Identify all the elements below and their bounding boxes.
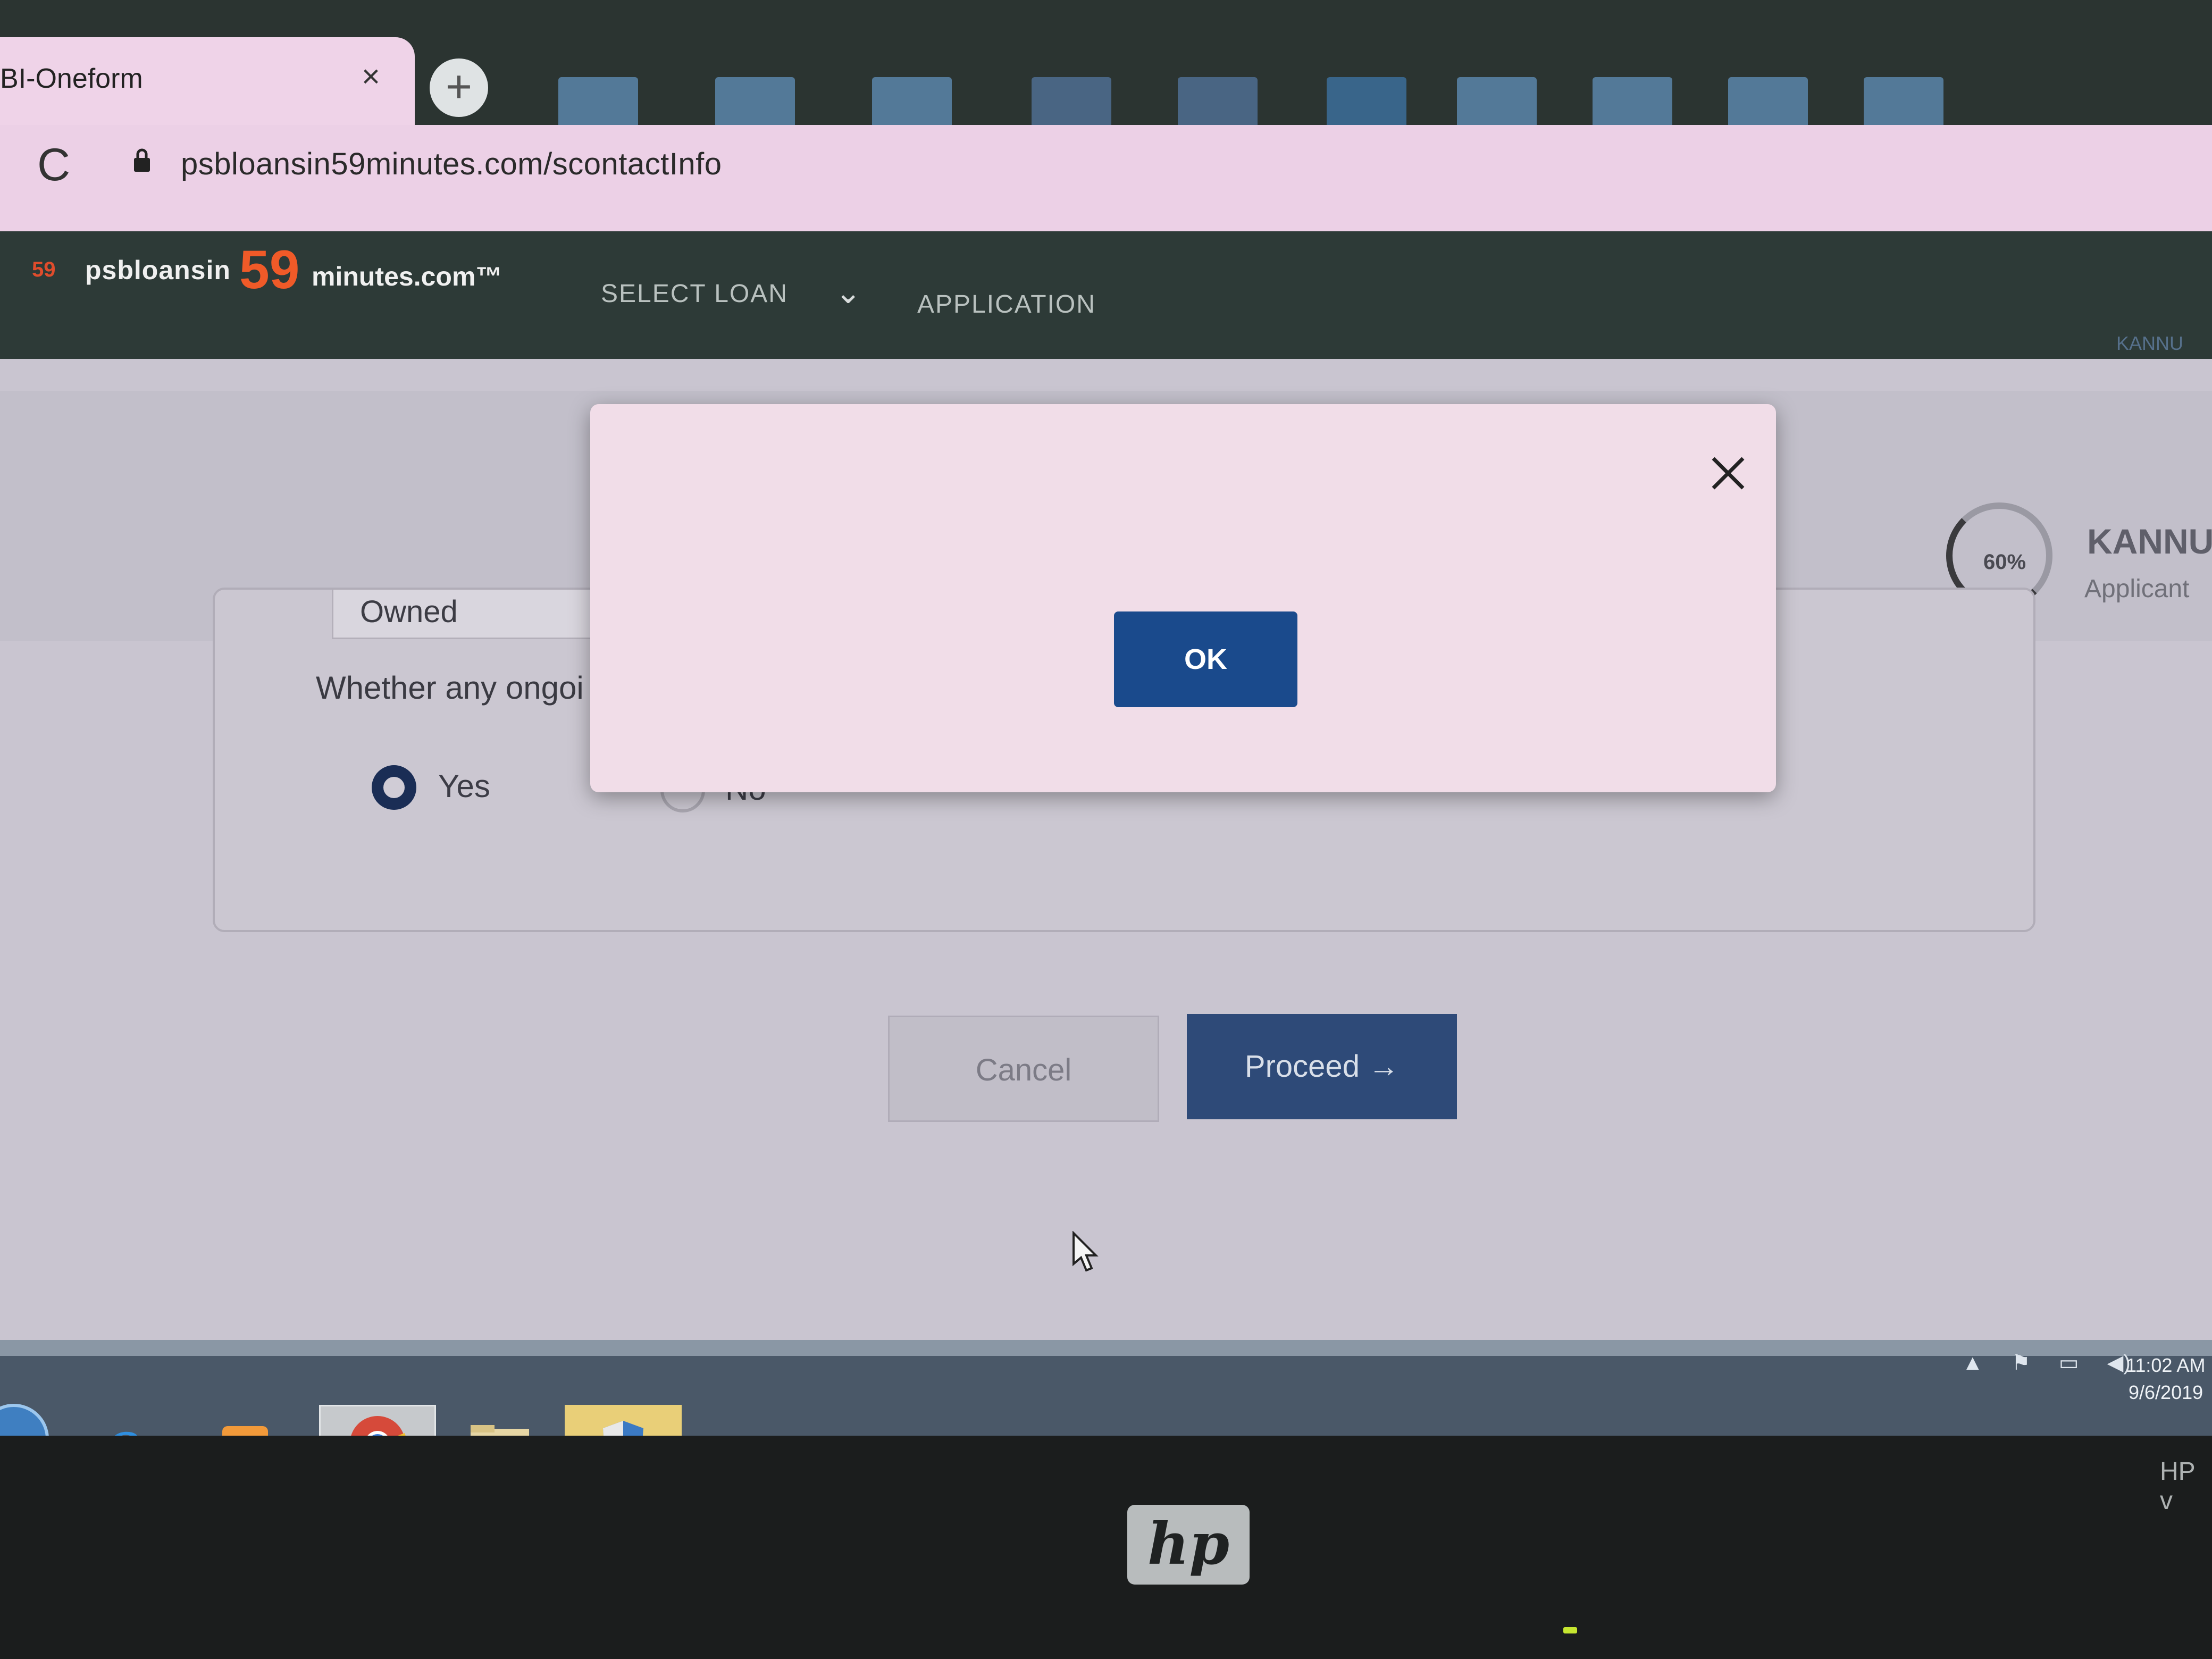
internet-explorer-icon[interactable]: e [88, 1405, 162, 1436]
monitor-screen: BI-Oneform × + C psbloansin59minutes.com… [0, 0, 2212, 1436]
modal-dialog: OK [590, 404, 1776, 792]
security-shield-icon[interactable] [565, 1405, 682, 1436]
taskbar-top-edge [0, 1340, 2212, 1356]
ok-button[interactable]: OK [1114, 611, 1297, 707]
monitor-bezel: hp HP v [0, 1436, 2212, 1659]
hp-logo: hp [1127, 1505, 1250, 1585]
close-icon[interactable] [1707, 452, 1749, 495]
media-player-icon[interactable] [213, 1405, 276, 1436]
windows-taskbar: e [0, 1340, 2212, 1436]
show-hidden-icons-icon[interactable]: ▲ [1962, 1351, 1983, 1375]
monitor-model-label: HP v [2160, 1457, 2195, 1515]
power-led [1563, 1627, 1577, 1633]
action-center-flag-icon[interactable]: ⚑ [2012, 1351, 2031, 1375]
clock-time[interactable]: 11:02 AM [2126, 1354, 2205, 1377]
clock-date[interactable]: 9/6/2019 [2129, 1381, 2203, 1404]
modal-overlay: OK [0, 0, 2212, 1436]
chrome-icon[interactable] [319, 1405, 436, 1436]
folder-icon[interactable] [465, 1405, 534, 1436]
svg-text:e: e [104, 1407, 141, 1436]
system-tray: ▲ ⚑ ▭ ◀) [1962, 1351, 2153, 1375]
network-icon[interactable]: ▭ [2059, 1351, 2079, 1375]
start-button[interactable] [0, 1404, 49, 1436]
